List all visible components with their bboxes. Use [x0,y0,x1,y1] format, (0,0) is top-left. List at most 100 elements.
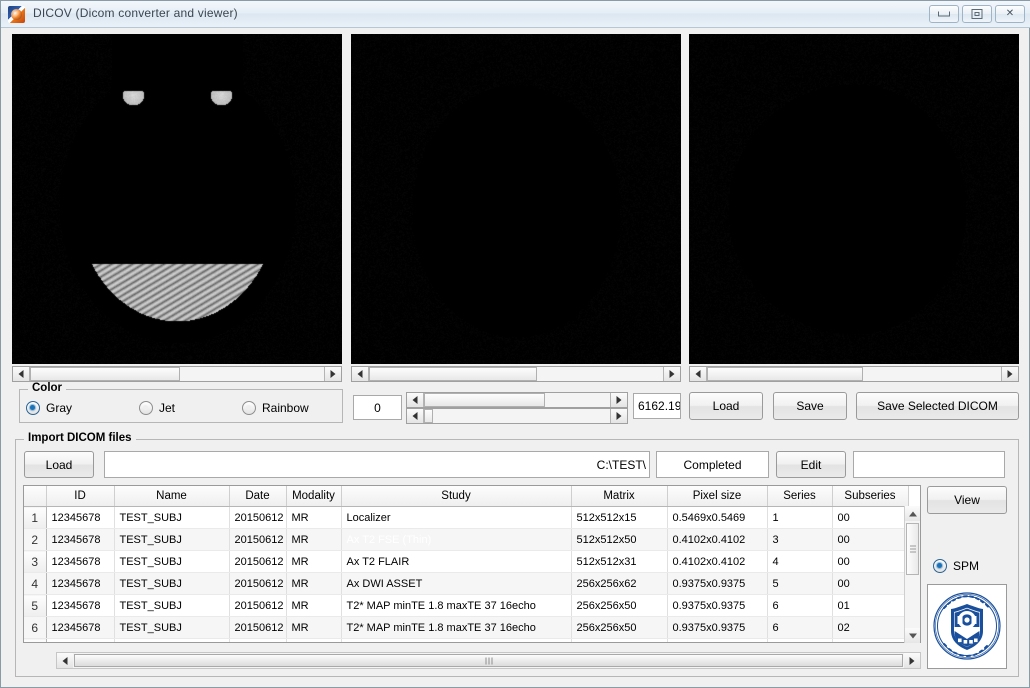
window-max-slider[interactable] [406,408,628,424]
cell-matrix[interactable]: 256x256x50 [571,639,667,644]
cell-matrix[interactable]: 256x256x50 [571,595,667,617]
cell-pixel-size[interactable]: 0.4102x0.4102 [667,551,767,573]
col-header-study[interactable]: Study [341,486,571,507]
save-button[interactable]: Save [773,392,847,420]
radio-rainbow[interactable]: Rainbow [242,401,309,415]
table-row[interactable]: 1 12345678 TEST_SUBJ 20150612 MR Localizer 512… [24,507,908,529]
axial-view[interactable] [12,34,342,364]
col-header-id[interactable]: ID [46,486,114,507]
coronal-view[interactable] [351,34,681,364]
dicom-path-field[interactable]: C:\TEST\ [104,451,650,478]
cell-modality[interactable]: MR [286,551,341,573]
axial-slice-scrollbar[interactable] [12,366,342,382]
radio-spm[interactable]: SPM [933,559,979,573]
cell-date[interactable]: 20150612 [229,507,286,529]
slider-right-arrow-icon[interactable] [610,393,627,407]
col-header-subseries[interactable]: Subseries [832,486,908,507]
row-number[interactable]: 7 [24,639,46,644]
cell-id[interactable]: 12345678 [46,617,114,639]
cell-series[interactable]: 4 [767,551,832,573]
cell-modality[interactable]: MR [286,639,341,644]
cell-name[interactable]: TEST_SUBJ [114,573,229,595]
table-row[interactable]: 712345678TEST_SUBJ20150612MRT2* MAP minT… [24,639,908,644]
col-header-series[interactable]: Series [767,486,832,507]
col-header-date[interactable]: Date [229,486,286,507]
cell-id[interactable]: 12345678 [46,595,114,617]
cell-series[interactable]: 6 [767,595,832,617]
cell-pixel-size[interactable]: 0.9375x0.9375 [667,639,767,644]
cell-id[interactable]: 12345678 [46,551,114,573]
cell-modality[interactable]: MR [286,595,341,617]
col-header-name[interactable]: Name [114,486,229,507]
table-row[interactable]: 2 12345678 TEST_SUBJ 20150612 MR Ax T2 FSE (T… [24,529,908,551]
scroll-left-arrow-icon[interactable] [13,367,30,381]
cell-date[interactable]: 20150612 [229,639,286,644]
cell-study[interactable]: Localizer [341,507,571,529]
radio-gray[interactable]: Gray [26,401,72,415]
cell-subseries[interactable]: 02 [832,617,908,639]
cell-date[interactable]: 20150612 [229,595,286,617]
slider-track[interactable] [424,409,610,423]
cell-study[interactable]: Ax T2 FSE (Thin) [341,529,571,551]
row-number[interactable]: 5 [24,595,46,617]
extra-field[interactable] [853,451,1005,478]
cell-study[interactable]: Ax DWI ASSET [341,573,571,595]
cell-name[interactable]: TEST_SUBJ [114,617,229,639]
scroll-track[interactable] [707,367,1001,381]
scroll-right-arrow-icon[interactable] [1001,367,1018,381]
cell-name[interactable]: TEST_SUBJ [114,595,229,617]
cell-name[interactable]: TEST_SUBJ [114,639,229,644]
cell-modality[interactable]: MR [286,529,341,551]
scroll-thumb[interactable] [30,367,180,381]
minimize-button[interactable] [929,5,959,23]
slider-left-arrow-icon[interactable] [407,393,424,407]
maximize-button[interactable] [962,5,992,23]
cell-subseries[interactable]: 00 [832,507,908,529]
row-number[interactable]: 1 [24,507,46,529]
table-row[interactable]: 3 12345678 TEST_SUBJ 20150612 MR Ax T2 FLAIR 5… [24,551,908,573]
window-max-field[interactable]: 6162.19 [633,393,681,419]
row-number[interactable]: 4 [24,573,46,595]
cell-matrix[interactable]: 256x256x50 [571,617,667,639]
cell-id[interactable]: 12345678 [46,639,114,644]
cell-pixel-size[interactable]: 0.5469x0.5469 [667,507,767,529]
cell-id[interactable]: 12345678 [46,507,114,529]
slider-left-arrow-icon[interactable] [407,409,424,423]
cell-date[interactable]: 20150612 [229,529,286,551]
cell-id[interactable]: 12345678 [46,529,114,551]
cell-name[interactable]: TEST_SUBJ [114,551,229,573]
col-header-pixel-size[interactable]: Pixel size [667,486,767,507]
cell-subseries[interactable]: 03 [832,639,908,644]
cell-subseries[interactable]: 01 [832,595,908,617]
cell-subseries[interactable]: 00 [832,551,908,573]
slider-track[interactable] [424,393,610,407]
cell-study[interactable]: T2* MAP minTE 1.8 maxTE 37 16echo [341,639,571,644]
cell-series[interactable]: 3 [767,529,832,551]
table-row[interactable]: 4 12345678 TEST_SUBJ 20150612 MR Ax DWI ASSET… [24,573,908,595]
scroll-left-arrow-icon[interactable] [57,653,73,668]
radio-jet[interactable]: Jet [139,401,175,415]
table-row[interactable]: 6 12345678 TEST_SUBJ 20150612 MR T2* MAP minT… [24,617,908,639]
slider-thumb[interactable] [424,409,433,423]
col-header-matrix[interactable]: Matrix [571,486,667,507]
cell-study[interactable]: T2* MAP minTE 1.8 maxTE 37 16echo [341,595,571,617]
row-number[interactable]: 2 [24,529,46,551]
scroll-thumb[interactable] [74,654,903,667]
slider-right-arrow-icon[interactable] [610,409,627,423]
load-button[interactable]: Load [689,392,763,420]
sagittal-slice-scrollbar[interactable] [689,366,1019,382]
cell-date[interactable]: 20150612 [229,551,286,573]
cell-study[interactable]: T2* MAP minTE 1.8 maxTE 37 16echo [341,617,571,639]
cell-pixel-size[interactable]: 0.4102x0.4102 [667,529,767,551]
cell-series[interactable]: 6 [767,639,832,644]
edit-button[interactable]: Edit [776,451,846,478]
cell-date[interactable]: 20150612 [229,573,286,595]
cell-series[interactable]: 5 [767,573,832,595]
scroll-right-arrow-icon[interactable] [663,367,680,381]
view-button[interactable]: View [927,486,1007,514]
cell-subseries[interactable]: 00 [832,573,908,595]
scroll-right-arrow-icon[interactable] [904,653,920,668]
cell-matrix[interactable]: 512x512x50 [571,529,667,551]
cell-modality[interactable]: MR [286,507,341,529]
scroll-thumb[interactable] [369,367,537,381]
